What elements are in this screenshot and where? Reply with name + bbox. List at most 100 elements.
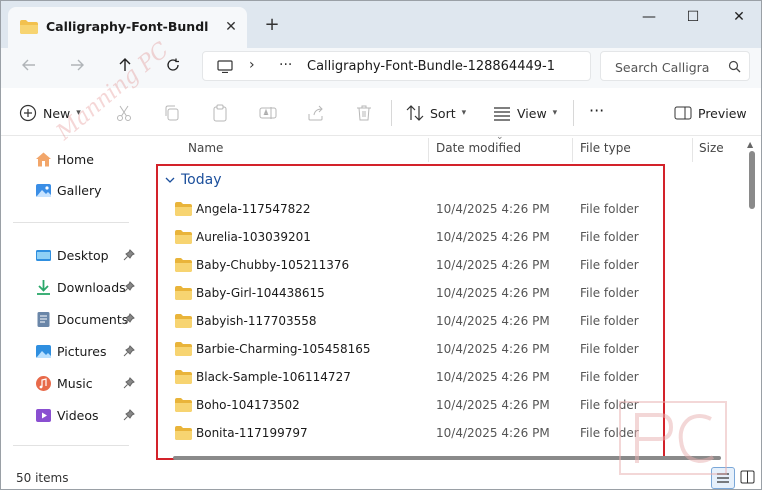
column-header-size[interactable]: Size — [699, 141, 724, 155]
search-input[interactable]: Search Calligra — [615, 60, 715, 75]
preview-label: Preview — [698, 105, 747, 121]
file-type: File folder — [580, 342, 639, 356]
paste-button[interactable] — [211, 102, 229, 124]
sidebar-divider — [13, 222, 129, 223]
sidebar-item-gallery[interactable]: Gallery — [1, 178, 141, 202]
folder-icon — [175, 370, 192, 384]
rename-button[interactable] — [259, 102, 277, 124]
date-modified: 10/4/2025 4:26 PM — [436, 342, 550, 356]
sidebar-item-music[interactable]: Music — [1, 371, 141, 395]
date-modified: 10/4/2025 4:26 PM — [436, 398, 550, 412]
file-type: File folder — [580, 202, 639, 216]
table-row[interactable]: Angela-117547822 10/4/2025 4:26 PM File fo… — [156, 195, 656, 223]
new-tab-button[interactable]: + — [260, 14, 284, 38]
breadcrumb-current-folder[interactable]: Calligraphy-Font-Bundle-128864449-1 — [307, 59, 555, 74]
preview-pane-button[interactable]: Preview — [674, 102, 747, 124]
file-name: Baby-Girl-104438615 — [196, 286, 325, 300]
back-button[interactable] — [15, 53, 43, 81]
share-icon — [308, 105, 323, 121]
view-list-icon — [494, 107, 510, 121]
minimize-button[interactable]: — — [629, 6, 669, 28]
arrow-left-icon — [22, 59, 35, 71]
file-type: File folder — [580, 286, 639, 300]
scroll-up-icon[interactable]: ▲ — [747, 140, 753, 149]
sidebar-divider — [13, 445, 129, 446]
table-row[interactable]: Baby-Girl-104438615 10/4/2025 4:26 PM File… — [156, 279, 656, 307]
search-icon — [728, 60, 741, 73]
sort-button[interactable]: Sort ▾ — [406, 102, 466, 124]
sidebar-item-documents[interactable]: Documents — [1, 307, 141, 331]
address-bar[interactable]: › ··· Calligraphy-Font-Bundle-128864449-… — [202, 51, 591, 81]
vertical-scrollbar[interactable] — [749, 151, 755, 209]
table-row[interactable]: Aurelia-103039201 10/4/2025 4:26 PM File f… — [156, 223, 656, 251]
file-type: File folder — [580, 370, 639, 384]
close-window-button[interactable]: ✕ — [719, 6, 759, 28]
tab-close-icon[interactable]: ✕ — [222, 18, 240, 36]
sidebar-item-label: Music — [57, 375, 93, 391]
trash-icon — [357, 105, 371, 121]
column-header-date-modified[interactable]: Date modified — [436, 141, 521, 155]
more-options-button[interactable]: ··· — [589, 99, 604, 121]
view-button[interactable]: View ▾ — [493, 102, 557, 124]
folder-icon — [175, 398, 192, 412]
date-modified: 10/4/2025 4:26 PM — [436, 286, 550, 300]
folder-icon — [175, 426, 192, 440]
home-icon — [36, 152, 51, 166]
this-pc-icon — [217, 60, 233, 73]
column-header-name[interactable]: Name — [188, 141, 223, 155]
pin-icon[interactable] — [123, 409, 135, 421]
pin-icon[interactable] — [123, 377, 135, 389]
folder-icon — [175, 342, 192, 356]
table-row[interactable]: Boho-104173502 10/4/2025 4:26 PM File fold… — [156, 391, 656, 419]
delete-button[interactable] — [355, 102, 373, 124]
folder-icon — [20, 20, 38, 34]
file-explorer-window: Calligraphy-Font-Bundle-128864449-1 ✕ + … — [0, 0, 762, 490]
forward-button[interactable] — [63, 53, 91, 81]
file-name: Bonita-117199797 — [196, 426, 308, 440]
active-tab[interactable]: Calligraphy-Font-Bundle-128864449-1 ✕ — [8, 7, 247, 48]
column-divider[interactable] — [572, 138, 573, 162]
sidebar-item-downloads[interactable]: Downloads — [1, 275, 141, 299]
sort-indicator-icon: ⌄ — [496, 132, 504, 142]
pin-icon[interactable] — [123, 345, 135, 357]
table-row[interactable]: Black-Sample-106114727 10/4/2025 4:26 PM F… — [156, 363, 656, 391]
tiles-view-button[interactable] — [737, 467, 761, 489]
group-header-today[interactable]: Today — [164, 172, 222, 188]
file-name: Barbie-Charming-105458165 — [196, 342, 371, 356]
maximize-button[interactable]: ☐ — [673, 6, 713, 28]
toolbar-divider — [573, 100, 574, 126]
sidebar-item-pictures[interactable]: Pictures — [1, 339, 141, 363]
cut-button[interactable] — [115, 102, 133, 124]
breadcrumb-separator[interactable]: › — [249, 57, 255, 73]
sidebar-item-label: Videos — [57, 407, 99, 423]
column-divider[interactable] — [692, 138, 693, 162]
date-modified: 10/4/2025 4:26 PM — [436, 314, 550, 328]
copy-icon — [165, 105, 179, 121]
share-button[interactable] — [307, 102, 325, 124]
date-modified: 10/4/2025 4:26 PM — [436, 202, 550, 216]
sidebar-item-desktop[interactable]: Desktop — [1, 243, 141, 267]
sort-icon — [406, 105, 424, 121]
copy-button[interactable] — [163, 102, 181, 124]
folder-icon — [175, 202, 192, 216]
pin-icon[interactable] — [123, 313, 135, 325]
chevron-down-icon: ▾ — [461, 108, 467, 118]
search-box[interactable]: Search Calligra — [600, 51, 750, 81]
column-divider[interactable] — [428, 138, 429, 162]
column-header-type[interactable]: File type — [580, 141, 631, 155]
breadcrumb-overflow[interactable]: ··· — [279, 57, 292, 73]
table-row[interactable]: Baby-Chubby-105211376 10/4/2025 4:26 PM Fi… — [156, 251, 656, 279]
pin-icon[interactable] — [123, 249, 135, 261]
table-row[interactable]: Babyish-117703558 10/4/2025 4:26 PM File f… — [156, 307, 656, 335]
date-modified: 10/4/2025 4:26 PM — [436, 258, 550, 272]
pin-icon[interactable] — [123, 281, 135, 293]
item-count: 50 items — [16, 471, 69, 485]
table-row[interactable]: Bonita-117199797 10/4/2025 4:26 PM File fo… — [156, 419, 656, 447]
sidebar-item-home[interactable]: Home — [1, 147, 141, 171]
arrow-right-icon — [71, 59, 84, 71]
file-name: Babyish-117703558 — [196, 314, 317, 328]
sidebar-item-videos[interactable]: Videos — [1, 403, 141, 427]
table-row[interactable]: Barbie-Charming-105458165 10/4/2025 4:26 … — [156, 335, 656, 363]
folder-icon — [175, 314, 192, 328]
chevron-down-icon — [165, 177, 175, 183]
